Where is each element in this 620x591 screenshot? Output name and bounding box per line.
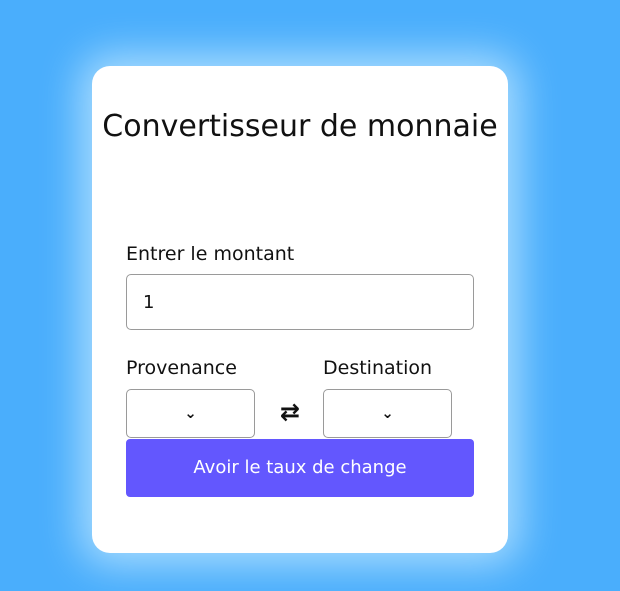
chevron-down-icon: ⌄ (381, 404, 394, 422)
page-title: Convertisseur de monnaie (102, 109, 498, 144)
from-currency-select[interactable]: ⌄ (126, 389, 255, 438)
get-exchange-rate-button[interactable]: Avoir le taux de change (126, 439, 474, 497)
amount-label: Entrer le montant (126, 243, 295, 265)
from-currency-label: Provenance (126, 357, 237, 379)
to-currency-label: Destination (323, 357, 433, 379)
chevron-down-icon: ⌄ (184, 404, 197, 422)
swap-arrows-icon[interactable]: ⇄ (275, 399, 305, 425)
converter-card: Convertisseur de monnaie Entrer le monta… (92, 66, 508, 553)
amount-input[interactable] (126, 274, 474, 330)
to-currency-select[interactable]: ⌄ (323, 389, 452, 438)
